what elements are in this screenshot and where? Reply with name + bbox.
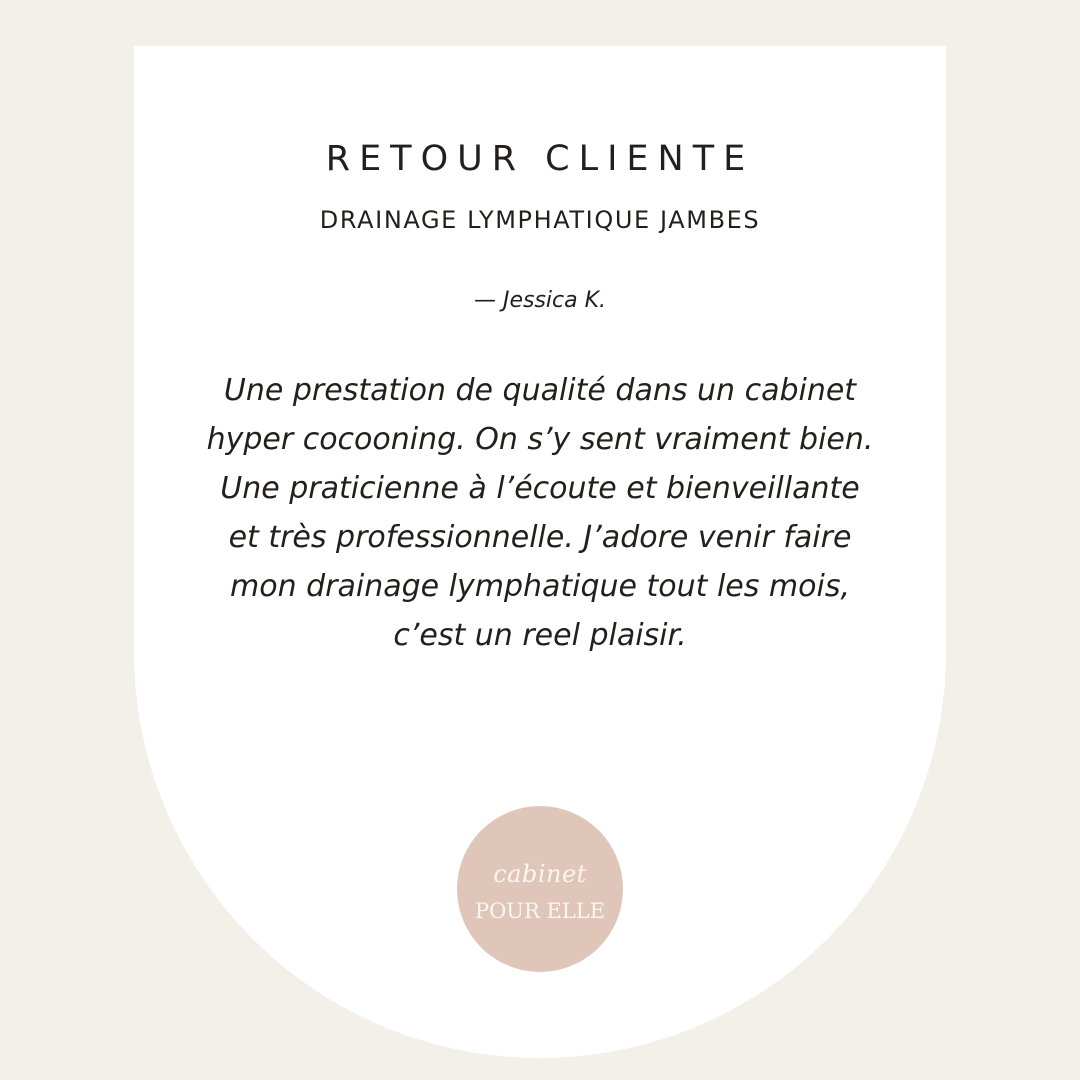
logo-script-text: cabinet <box>493 860 587 888</box>
logo-caps-text: POUR ELLE <box>474 899 606 923</box>
testimonial-quote: Une prestation de qualité dans un cabine… <box>170 366 910 660</box>
quote-line: hyper cocooning. On s’y sent vraiment bi… <box>206 422 874 457</box>
quote-line: Une prestation de qualité dans un cabine… <box>223 373 857 408</box>
service-subtitle: DRAINAGE LYMPHATIQUE JAMBES <box>319 206 761 234</box>
quote-line: mon drainage lymphatique tout les mois, <box>229 569 851 604</box>
testimonial-author: — Jessica K. <box>473 288 607 313</box>
quote-line: c’est un reel plaisir. <box>393 618 687 653</box>
page-title: RETOUR CLIENTE <box>325 139 755 179</box>
quote-line: et très professionnelle. J’adore venir f… <box>228 520 852 555</box>
brand-logo: cabinet POUR ELLE <box>457 806 623 972</box>
quote-line: Une praticienne à l’écoute et bienveilla… <box>220 471 860 506</box>
